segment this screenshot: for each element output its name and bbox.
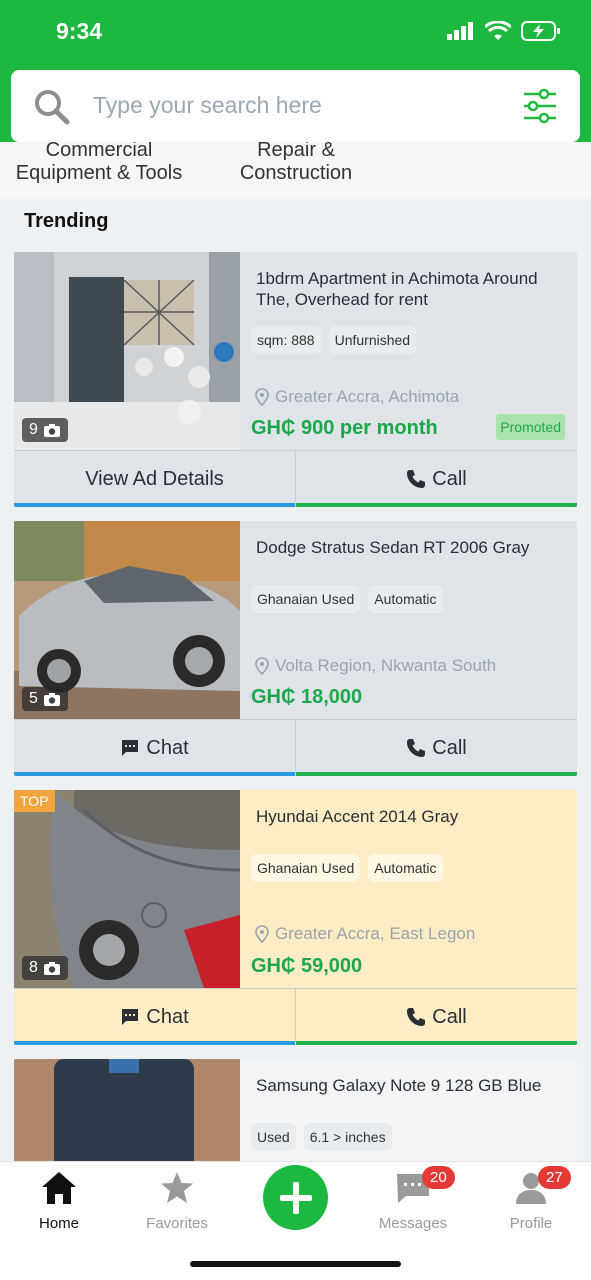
listing-actions: View Ad Details Call bbox=[14, 450, 577, 507]
listing-tags: Used 6.1 > inches bbox=[251, 1123, 567, 1151]
promoted-badge: Promoted bbox=[496, 414, 565, 440]
profile-badge: 27 bbox=[538, 1166, 571, 1189]
listing-info: Dodge Stratus Sedan RT 2006 Gray Ghanaia… bbox=[251, 537, 567, 613]
listing-card[interactable]: TOP 8 Hyundai Accent 2014 Gray Ghanaian … bbox=[14, 790, 577, 1045]
battery-icon bbox=[521, 21, 560, 41]
listing-title[interactable]: Samsung Galaxy Note 9 128 GB Blue bbox=[251, 1075, 567, 1096]
listing-photo[interactable]: 9 bbox=[14, 252, 240, 450]
star-icon bbox=[161, 1172, 193, 1203]
chat-button[interactable]: Chat bbox=[14, 720, 295, 776]
listing-tag: Ghanaian Used bbox=[251, 854, 361, 882]
chat-button[interactable]: Chat bbox=[14, 989, 295, 1045]
view-ad-details-button[interactable]: View Ad Details bbox=[14, 451, 295, 507]
home-icon bbox=[42, 1172, 76, 1204]
camera-icon bbox=[43, 961, 60, 975]
photo-count: 8 bbox=[22, 956, 68, 980]
phone-icon bbox=[407, 1008, 426, 1026]
category-repair-construction[interactable]: Repair & Construction bbox=[225, 142, 367, 185]
signal-icon bbox=[447, 22, 473, 40]
call-button[interactable]: Call bbox=[295, 989, 577, 1045]
location-pin-icon bbox=[255, 388, 269, 406]
listing-info: Hyundai Accent 2014 Gray Ghanaian Used A… bbox=[251, 806, 567, 882]
listing-tag: Unfurnished bbox=[328, 326, 417, 354]
listing-price: GH₵ 59,000 bbox=[251, 955, 363, 977]
chat-icon bbox=[122, 1009, 139, 1025]
phone-icon bbox=[407, 470, 426, 488]
phone-icon bbox=[407, 739, 426, 757]
listing-tag: Ghanaian Used bbox=[251, 585, 361, 613]
call-button[interactable]: Call bbox=[295, 720, 577, 776]
listing-info: Samsung Galaxy Note 9 128 GB Blue Used 6… bbox=[251, 1075, 567, 1151]
listing-photo[interactable]: 5 bbox=[14, 521, 240, 719]
search-bar[interactable]: Type your search here bbox=[11, 70, 580, 142]
listing-location: Greater Accra, Achimota bbox=[255, 387, 459, 407]
listing-info: 1bdrm Apartment in Achimota Around The, … bbox=[251, 268, 567, 354]
top-badge: TOP bbox=[14, 790, 55, 812]
listing-photo[interactable]: TOP 8 bbox=[14, 790, 240, 988]
search-icon bbox=[35, 90, 70, 125]
listing-title[interactable]: Dodge Stratus Sedan RT 2006 Gray bbox=[251, 537, 567, 558]
listing-location: Greater Accra, East Legon bbox=[255, 924, 475, 944]
listing-tags: sqm: 888 Unfurnished bbox=[251, 326, 567, 354]
tab-profile[interactable]: Profile 27 bbox=[476, 1166, 586, 1232]
chat-icon bbox=[122, 740, 139, 756]
section-title: Trending bbox=[24, 210, 109, 232]
tab-favorites[interactable]: Favorites bbox=[122, 1170, 232, 1232]
listing-tags: Ghanaian Used Automatic bbox=[251, 585, 567, 613]
listing-card[interactable]: Samsung Galaxy Note 9 128 GB Blue Used 6… bbox=[14, 1059, 577, 1169]
listing-tag: Used bbox=[251, 1123, 296, 1151]
listing-tag: Automatic bbox=[368, 854, 443, 882]
call-button[interactable]: Call bbox=[295, 451, 577, 507]
home-indicator bbox=[190, 1261, 401, 1267]
camera-icon bbox=[43, 423, 60, 437]
listing-photo[interactable] bbox=[14, 1059, 240, 1169]
listing-card[interactable]: 9 1bdrm Apartment in Achimota Around The… bbox=[14, 252, 577, 507]
category-commercial-equipment[interactable]: Commercial Equipment & Tools bbox=[8, 142, 190, 185]
listing-title[interactable]: 1bdrm Apartment in Achimota Around The, … bbox=[251, 268, 567, 310]
listing-price: GH₵ 900 per month bbox=[251, 417, 438, 439]
listing-tag: Automatic bbox=[368, 585, 443, 613]
listing-tags: Ghanaian Used Automatic bbox=[251, 854, 567, 882]
filter-icon[interactable] bbox=[522, 88, 558, 124]
location-pin-icon bbox=[255, 925, 269, 943]
listing-title[interactable]: Hyundai Accent 2014 Gray bbox=[251, 806, 567, 827]
photo-count: 5 bbox=[22, 687, 68, 711]
listing-actions: Chat Call bbox=[14, 719, 577, 776]
listing-actions: Chat Call bbox=[14, 988, 577, 1045]
photo-count: 9 bbox=[22, 418, 68, 442]
search-input[interactable]: Type your search here bbox=[93, 92, 322, 119]
wifi-icon bbox=[485, 21, 511, 40]
tab-messages[interactable]: Messages 20 bbox=[358, 1166, 468, 1232]
camera-icon bbox=[43, 692, 60, 706]
plus-icon bbox=[279, 1181, 312, 1214]
status-time: 9:34 bbox=[56, 18, 103, 44]
category-strip: Commercial Equipment & Tools Repair & Co… bbox=[0, 142, 591, 199]
listing-price: GH₵ 18,000 bbox=[251, 686, 363, 708]
location-pin-icon bbox=[255, 657, 269, 675]
post-ad-button[interactable] bbox=[263, 1165, 328, 1230]
phone-photo bbox=[14, 1059, 240, 1169]
listing-tag: 6.1 > inches bbox=[303, 1123, 392, 1151]
status-bar: 9:34 bbox=[0, 0, 591, 62]
status-icons bbox=[447, 20, 561, 42]
listing-card[interactable]: 5 Dodge Stratus Sedan RT 2006 Gray Ghana… bbox=[14, 521, 577, 776]
listing-tag: sqm: 888 bbox=[251, 326, 321, 354]
messages-badge: 20 bbox=[422, 1166, 455, 1189]
tab-home[interactable]: Home bbox=[4, 1170, 114, 1232]
listing-location: Volta Region, Nkwanta South bbox=[255, 656, 496, 676]
